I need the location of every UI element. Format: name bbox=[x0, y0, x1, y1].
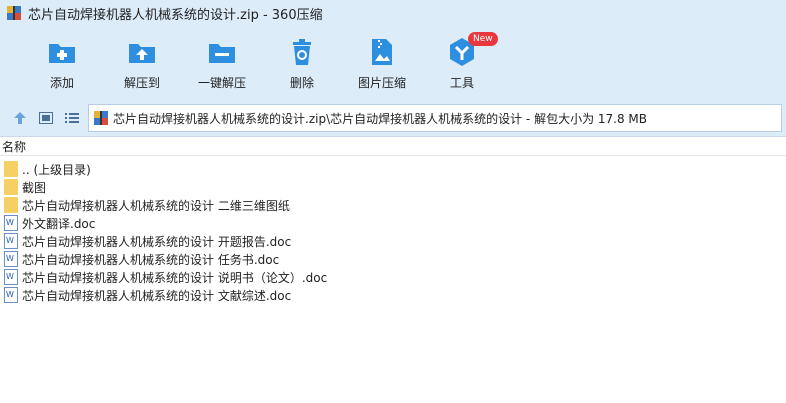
tools-label: 工具 bbox=[449, 76, 474, 90]
word-doc-icon bbox=[4, 233, 18, 249]
path-text: 芯片自动焊接机器人机械系统的设计.zip\芯片自动焊接机器人机械系统的设计 - … bbox=[113, 111, 648, 126]
list-item[interactable]: 芯片自动焊接机器人机械系统的设计 说明书（论文）.doc bbox=[0, 268, 786, 286]
title-bar: 芯片自动焊接机器人机械系统的设计.zip - 360压缩 bbox=[0, 0, 786, 26]
list-view-button[interactable] bbox=[62, 108, 82, 128]
folder-icon bbox=[4, 161, 18, 177]
list-item[interactable]: .. (上级目录) bbox=[0, 160, 786, 178]
word-doc-icon bbox=[4, 215, 18, 231]
folder-icon bbox=[4, 197, 18, 213]
folder-icon bbox=[4, 179, 18, 195]
add-icon bbox=[49, 44, 75, 63]
zip-file-icon bbox=[93, 110, 109, 126]
thumbnail-view-icon bbox=[39, 112, 53, 124]
extract-to-icon bbox=[129, 44, 155, 63]
list-item[interactable]: 芯片自动焊接机器人机械系统的设计 文献综述.doc bbox=[0, 286, 786, 304]
one-click-extract-button[interactable]: 一键解压 bbox=[182, 26, 262, 91]
file-name: 芯片自动焊接机器人机械系统的设计 任务书.doc bbox=[22, 252, 280, 267]
toolbar: 添加 解压到 一键解压 删除 图片压缩 New 工具 bbox=[0, 26, 786, 100]
add-label: 添加 bbox=[49, 76, 74, 90]
delete-label: 删除 bbox=[289, 76, 314, 90]
image-compress-icon bbox=[372, 39, 392, 65]
list-item[interactable]: 外文翻译.doc bbox=[0, 214, 786, 232]
word-doc-icon bbox=[4, 287, 18, 303]
tools-button[interactable]: New 工具 bbox=[422, 26, 502, 91]
file-name: 芯片自动焊接机器人机械系统的设计 文献综述.doc bbox=[22, 288, 292, 303]
extract-to-label: 解压到 bbox=[123, 76, 160, 90]
file-name: 芯片自动焊接机器人机械系统的设计 开题报告.doc bbox=[22, 234, 292, 249]
delete-button[interactable]: 删除 bbox=[262, 26, 342, 91]
path-field[interactable]: 芯片自动焊接机器人机械系统的设计.zip\芯片自动焊接机器人机械系统的设计 - … bbox=[88, 104, 782, 132]
list-item[interactable]: 芯片自动焊接机器人机械系统的设计 开题报告.doc bbox=[0, 232, 786, 250]
add-button[interactable]: 添加 bbox=[22, 26, 102, 91]
image-compress-button[interactable]: 图片压缩 bbox=[342, 26, 422, 91]
file-name: 外文翻译.doc bbox=[22, 216, 96, 231]
one-click-extract-icon bbox=[209, 44, 235, 63]
image-compress-label: 图片压缩 bbox=[357, 76, 406, 90]
window-title: 芯片自动焊接机器人机械系统的设计.zip - 360压缩 bbox=[28, 7, 323, 23]
file-name: 芯片自动焊接机器人机械系统的设计 说明书（论文）.doc bbox=[22, 270, 328, 285]
word-doc-icon bbox=[4, 269, 18, 285]
list-item[interactable]: 芯片自动焊接机器人机械系统的设计 任务书.doc bbox=[0, 250, 786, 268]
new-badge: New bbox=[468, 32, 498, 46]
file-name: 芯片自动焊接机器人机械系统的设计 二维三维图纸 bbox=[22, 198, 290, 213]
address-bar: 芯片自动焊接机器人机械系统的设计.zip\芯片自动焊接机器人机械系统的设计 - … bbox=[0, 100, 786, 137]
zip-app-icon bbox=[6, 5, 22, 21]
delete-icon bbox=[293, 39, 311, 65]
column-header-name-label: 名称 bbox=[2, 139, 27, 154]
thumbnail-view-button[interactable] bbox=[36, 108, 56, 128]
one-click-extract-label: 一键解压 bbox=[197, 76, 246, 90]
file-name: .. (上级目录) bbox=[22, 162, 91, 177]
list-item[interactable]: 截图 bbox=[0, 178, 786, 196]
file-name: 截图 bbox=[22, 180, 47, 195]
extract-to-button[interactable]: 解压到 bbox=[102, 26, 182, 91]
list-item[interactable]: 芯片自动焊接机器人机械系统的设计 二维三维图纸 bbox=[0, 196, 786, 214]
word-doc-icon bbox=[4, 251, 18, 267]
arrow-up-icon bbox=[14, 112, 26, 124]
file-list: .. (上级目录) 截图 芯片自动焊接机器人机械系统的设计 二维三维图纸 外文翻… bbox=[0, 156, 786, 304]
column-header-name[interactable]: 名称 bbox=[0, 137, 786, 156]
list-view-icon bbox=[65, 113, 79, 123]
up-level-button[interactable] bbox=[10, 108, 30, 128]
